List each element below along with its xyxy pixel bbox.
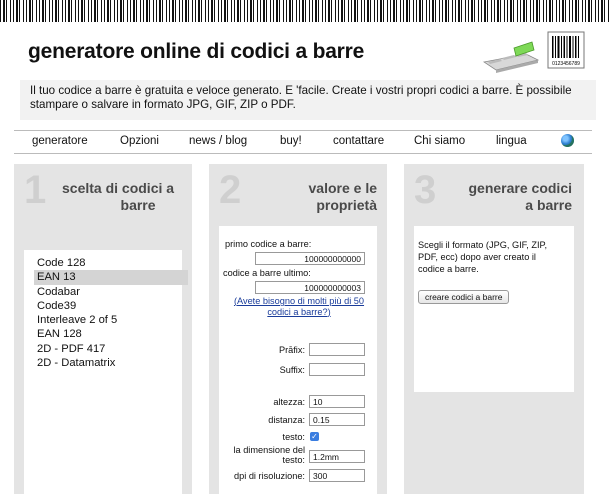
text-checkbox[interactable]: ✓ xyxy=(310,432,319,441)
last-barcode-input[interactable]: 100000000003 xyxy=(255,281,365,294)
globe-icon[interactable] xyxy=(561,134,574,147)
dpi-input[interactable]: 300 xyxy=(309,469,365,482)
panel-generate: 3 generare codici a barre Scegli il form… xyxy=(404,164,584,494)
list-item[interactable]: EAN 128 xyxy=(34,327,188,341)
list-item[interactable]: 2D - Datamatrix xyxy=(34,356,188,370)
nav-item-opzioni[interactable]: Opzioni xyxy=(120,135,159,147)
list-item[interactable]: 2D - PDF 417 xyxy=(34,342,188,356)
barcode-scanner-logo-icon: 0123456789 xyxy=(482,31,585,73)
prefix-input[interactable] xyxy=(309,343,365,356)
panel-title: generare codici a barre xyxy=(468,180,573,213)
nav-item-chi-siamo[interactable]: Chi siamo xyxy=(414,135,465,147)
list-item-selected[interactable]: EAN 13 xyxy=(34,270,188,285)
list-item[interactable]: Codabar xyxy=(34,285,188,299)
nav-item-news-blog[interactable]: news / blog xyxy=(189,135,247,147)
main-navigation: generatore Opzioni news / blog buy! cont… xyxy=(14,130,592,154)
height-label: altezza: xyxy=(273,397,305,407)
header: generatore online di codici a barre 0123… xyxy=(20,28,590,78)
page-title: generatore online di codici a barre xyxy=(28,40,365,63)
panel-values: 2 valore e le proprietà primo codice a b… xyxy=(209,164,387,494)
step-number: 3 xyxy=(414,168,437,212)
distance-input[interactable]: 0.15 xyxy=(309,413,365,426)
nav-item-contattare[interactable]: contattare xyxy=(333,135,384,147)
barcode-top-strip xyxy=(0,0,610,22)
prefix-label: Prāfix: xyxy=(278,345,305,355)
step-number: 2 xyxy=(219,168,242,212)
nav-item-generatore[interactable]: generatore xyxy=(32,135,88,147)
logo-digits: 0123456789 xyxy=(552,61,580,67)
step-number: 1 xyxy=(24,168,47,212)
panel-title: valore e le proprietà xyxy=(308,180,378,213)
distance-label: distanza: xyxy=(268,415,305,425)
panel-barcode-type: 1 scelta di codici a barre Code 128 EAN … xyxy=(14,164,192,494)
intro-text: Il tuo codice a barre è gratuita e veloc… xyxy=(20,80,596,120)
more-barcodes-link[interactable]: (Avete bisogno di molti più di 50 codici… xyxy=(229,296,369,318)
suffix-input[interactable] xyxy=(309,363,365,376)
list-item[interactable]: Interleave 2 of 5 xyxy=(34,313,188,327)
height-input[interactable]: 10 xyxy=(309,395,365,408)
create-barcodes-button[interactable]: creare codici a barre xyxy=(418,290,510,304)
list-item[interactable]: Code39 xyxy=(34,299,188,313)
dpi-label: dpi di risoluzione: xyxy=(234,471,305,481)
barcode-type-list[interactable]: Code 128 EAN 13 Codabar Code39 Interleav… xyxy=(34,256,188,370)
text-size-label: la dimensione del testo: xyxy=(233,445,305,465)
nav-item-buy[interactable]: buy! xyxy=(280,135,302,147)
list-item[interactable]: Code 128 xyxy=(34,256,188,270)
nav-item-lingua[interactable]: lingua xyxy=(496,135,527,147)
text-size-input[interactable]: 1.2mm xyxy=(309,450,365,463)
text-label: testo: xyxy=(282,432,305,442)
suffix-label: Suffix: xyxy=(279,365,305,375)
first-barcode-label: primo codice a barre: xyxy=(225,239,312,249)
last-barcode-label: codice a barre ultimo: xyxy=(223,268,311,278)
panel-title: scelta di codici a barre xyxy=(62,180,175,213)
generate-description: Scegli il formato (JPG, GIF, ZIP, PDF, e… xyxy=(418,240,547,274)
first-barcode-input[interactable]: 100000000000 xyxy=(255,252,365,265)
